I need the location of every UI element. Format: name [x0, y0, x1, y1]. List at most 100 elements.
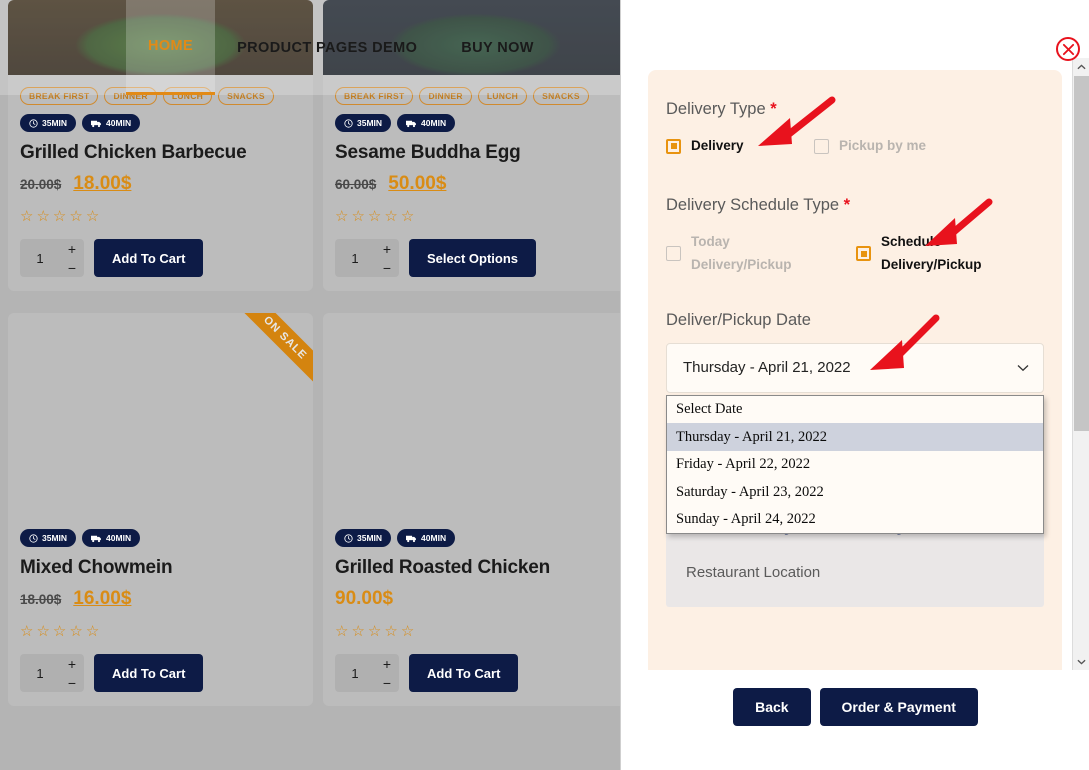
- chevron-down-icon[interactable]: [1017, 359, 1029, 376]
- close-icon[interactable]: [1056, 37, 1080, 61]
- product-actions: 1 + − Add To Cart: [20, 239, 301, 277]
- schedule-type-options: Today Delivery/Pickup Schedule Delivery/…: [666, 231, 1044, 277]
- product-actions: 1 + − Add To Cart: [20, 654, 301, 692]
- back-button[interactable]: Back: [733, 688, 811, 726]
- quantity-decrease-button[interactable]: −: [375, 258, 399, 277]
- quantity-stepper[interactable]: 1 + −: [335, 239, 399, 277]
- product-title[interactable]: Sesame Buddha Egg: [335, 142, 616, 164]
- delivery-time-pill: 40MIN: [397, 529, 456, 547]
- checker-subtitle: Restaurant Location: [686, 563, 821, 581]
- rating-stars[interactable]: ☆ ☆ ☆ ☆ ☆: [335, 622, 616, 640]
- rating-stars[interactable]: ☆ ☆ ☆ ☆ ☆: [20, 207, 301, 225]
- delivery-options-modal: Delivery Type * Delivery Pickup by me De…: [620, 0, 1089, 770]
- delivery-type-option-delivery[interactable]: Delivery: [666, 135, 780, 158]
- star-icon[interactable]: ☆: [351, 207, 364, 225]
- star-icon[interactable]: ☆: [368, 622, 381, 640]
- add-to-cart-button[interactable]: Add To Cart: [409, 654, 519, 692]
- schedule-type-label-text: Delivery Schedule Type: [666, 195, 840, 214]
- star-icon[interactable]: ☆: [20, 622, 33, 640]
- date-select-wrapper: Thursday - April 21, 2022 Select Date Th…: [666, 342, 1044, 535]
- quantity-stepper[interactable]: 1 + −: [20, 239, 84, 277]
- nav-item-product-pages-demo[interactable]: PRODUCT PAGES DEMO: [215, 0, 439, 95]
- add-to-cart-button[interactable]: Add To Cart: [94, 239, 204, 277]
- product-title[interactable]: Grilled Chicken Barbecue: [20, 142, 301, 164]
- schedule-option-today[interactable]: Today Delivery/Pickup: [666, 231, 856, 277]
- chevron-up-icon[interactable]: [1073, 58, 1089, 75]
- star-icon[interactable]: ☆: [53, 207, 66, 225]
- dropdown-option[interactable]: Saturday - April 23, 2022: [667, 478, 1043, 506]
- quantity-stepper[interactable]: 1 + −: [20, 654, 84, 692]
- dropdown-option[interactable]: Select Date: [667, 396, 1043, 424]
- star-icon[interactable]: ☆: [335, 207, 348, 225]
- truck-icon: [406, 120, 416, 127]
- checkbox-checked-icon[interactable]: [666, 138, 681, 154]
- prep-time-text: 35MIN: [42, 118, 68, 128]
- star-icon[interactable]: ☆: [335, 622, 348, 640]
- nav-item-buy-now[interactable]: BUY NOW: [439, 0, 556, 95]
- quantity-stepper[interactable]: 1 + −: [335, 654, 399, 692]
- quantity-decrease-button[interactable]: −: [60, 673, 84, 692]
- scrollbar-thumb[interactable]: [1074, 76, 1089, 431]
- star-icon[interactable]: ☆: [69, 207, 82, 225]
- screen: BREAK FIRST DINNER LUNCH SNACKS 35MIN 40…: [0, 0, 1089, 770]
- product-actions: 1 + − Select Options: [335, 239, 616, 277]
- delivery-option-label: Delivery: [691, 138, 744, 153]
- product-card[interactable]: ON SALE 35MIN 40MIN Mixed Chowmein 18.00…: [8, 313, 313, 706]
- prep-time-pill: 35MIN: [20, 114, 77, 132]
- star-icon[interactable]: ☆: [86, 622, 99, 640]
- truck-icon: [91, 535, 101, 542]
- star-icon[interactable]: ☆: [401, 622, 414, 640]
- quantity-decrease-button[interactable]: −: [375, 673, 399, 692]
- star-icon[interactable]: ☆: [20, 207, 33, 225]
- star-icon[interactable]: ☆: [401, 207, 414, 225]
- pickup-option-label: Pickup by me: [839, 138, 927, 153]
- star-icon[interactable]: ☆: [53, 622, 66, 640]
- quantity-value[interactable]: 1: [20, 239, 60, 277]
- add-to-cart-button[interactable]: Add To Cart: [94, 654, 204, 692]
- clock-icon: [29, 533, 38, 543]
- checkbox-checked-icon[interactable]: [856, 246, 871, 262]
- quantity-increase-button[interactable]: +: [60, 239, 84, 258]
- prep-time-pill: 35MIN: [335, 529, 392, 547]
- today-label-line1: Today: [691, 233, 730, 249]
- date-dropdown-list[interactable]: Select Date Thursday - April 21, 2022 Fr…: [666, 394, 1044, 535]
- clock-icon: [344, 118, 353, 128]
- rating-stars[interactable]: ☆ ☆ ☆ ☆ ☆: [20, 622, 301, 640]
- modal-scrollbar[interactable]: [1072, 58, 1089, 670]
- quantity-increase-button[interactable]: +: [60, 654, 84, 673]
- star-icon[interactable]: ☆: [86, 207, 99, 225]
- date-select-value: Thursday - April 21, 2022: [683, 359, 851, 377]
- product-title[interactable]: Grilled Roasted Chicken: [335, 557, 616, 579]
- dropdown-option[interactable]: Sunday - April 24, 2022: [667, 506, 1043, 534]
- checkbox-unchecked-icon[interactable]: [814, 138, 829, 154]
- quantity-decrease-button[interactable]: −: [60, 258, 84, 277]
- order-payment-button[interactable]: Order & Payment: [819, 688, 978, 726]
- delivery-type-options: Delivery Pickup by me: [666, 135, 1044, 158]
- quantity-value[interactable]: 1: [20, 654, 60, 692]
- delivery-time-text: 40MIN: [421, 118, 447, 128]
- star-icon[interactable]: ☆: [36, 207, 49, 225]
- rating-stars[interactable]: ☆ ☆ ☆ ☆ ☆: [335, 207, 616, 225]
- delivery-type-option-pickup[interactable]: Pickup by me: [814, 135, 926, 158]
- star-icon[interactable]: ☆: [384, 622, 397, 640]
- quantity-value[interactable]: 1: [335, 654, 375, 692]
- quantity-increase-button[interactable]: +: [375, 654, 399, 673]
- quantity-increase-button[interactable]: +: [375, 239, 399, 258]
- product-card[interactable]: 35MIN 40MIN Grilled Roasted Chicken 90.0…: [323, 313, 620, 706]
- star-icon[interactable]: ☆: [69, 622, 82, 640]
- select-options-button[interactable]: Select Options: [409, 239, 537, 277]
- quantity-value[interactable]: 1: [335, 239, 375, 277]
- date-select[interactable]: Thursday - April 21, 2022: [666, 342, 1044, 393]
- schedule-option-scheduled[interactable]: Schedule Delivery/Pickup: [856, 231, 982, 277]
- dropdown-option[interactable]: Friday - April 22, 2022: [667, 451, 1043, 479]
- star-icon[interactable]: ☆: [368, 207, 381, 225]
- dropdown-option-selected[interactable]: Thursday - April 21, 2022: [667, 423, 1043, 451]
- checkbox-unchecked-icon[interactable]: [666, 246, 681, 262]
- chevron-down-icon[interactable]: [1073, 653, 1089, 670]
- nav-item-home[interactable]: HOME: [126, 0, 216, 95]
- schedule-type-label: Delivery Schedule Type *: [666, 196, 1044, 215]
- star-icon[interactable]: ☆: [351, 622, 364, 640]
- star-icon[interactable]: ☆: [384, 207, 397, 225]
- star-icon[interactable]: ☆: [36, 622, 49, 640]
- product-title[interactable]: Mixed Chowmein: [20, 557, 301, 579]
